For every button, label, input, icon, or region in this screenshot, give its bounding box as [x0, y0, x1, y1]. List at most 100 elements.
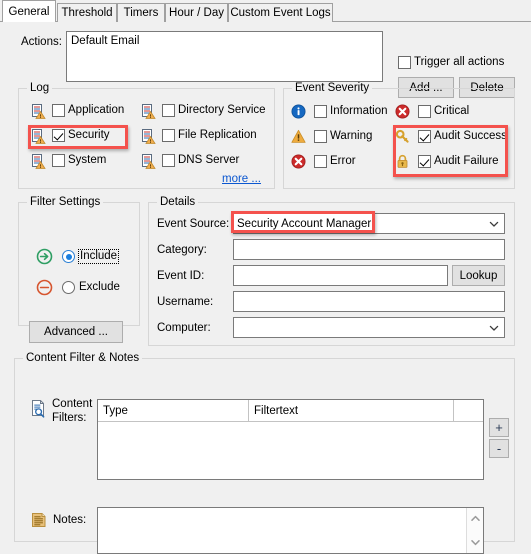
- notes-scrollbar[interactable]: [466, 508, 483, 553]
- actions-list-value: Default Email: [71, 35, 140, 47]
- warning-icon: [291, 129, 306, 144]
- log-more-link[interactable]: more ...: [222, 173, 261, 185]
- tab-custom-event-logs[interactable]: Custom Event Logs: [228, 3, 333, 22]
- notes-icon: [30, 511, 48, 529]
- log-group-caption: Log: [27, 82, 53, 94]
- advanced-button[interactable]: Advanced ...: [29, 321, 123, 343]
- trigger-all-actions-checkbox[interactable]: Trigger all actions: [398, 56, 504, 69]
- severity-critical-checkbox[interactable]: Critical: [418, 105, 469, 118]
- computer-combobox[interactable]: [233, 317, 505, 338]
- remove-content-filter-label: -: [496, 441, 502, 456]
- lock-icon: [395, 154, 410, 169]
- remove-content-filter-button[interactable]: -: [489, 439, 509, 458]
- username-input[interactable]: [233, 291, 505, 312]
- content-filter-search-icon: [29, 399, 48, 418]
- log-security-checkbox[interactable]: Security: [52, 129, 110, 142]
- tab-hour-day[interactable]: Hour / Day: [165, 3, 228, 22]
- filter-include-radio[interactable]: Include: [62, 249, 120, 264]
- content-filters-column-type[interactable]: Type: [98, 400, 248, 421]
- actions-list[interactable]: Default Email: [66, 31, 383, 82]
- log-file-replication-label: File Replication: [178, 129, 257, 141]
- general-tab-panel: Actions: Default Email Trigger all actio…: [0, 22, 531, 554]
- notes-textarea[interactable]: [97, 507, 484, 554]
- chevron-down-icon: [489, 219, 499, 228]
- lookup-button[interactable]: Lookup: [452, 265, 505, 286]
- severity-audit-success-checkbox[interactable]: Audit Success: [418, 130, 507, 143]
- log-dns-server-checkbox[interactable]: DNS Server: [162, 154, 239, 167]
- column-divider[interactable]: [453, 400, 454, 421]
- event-log-icon: [140, 103, 156, 119]
- filter-settings-caption: Filter Settings: [27, 196, 104, 208]
- severity-information-checkbox[interactable]: Information: [314, 105, 388, 118]
- log-directory-service-checkbox[interactable]: Directory Service: [162, 104, 266, 117]
- tab-timers[interactable]: Timers: [117, 3, 165, 22]
- severity-critical-box: [418, 105, 431, 118]
- filter-include-label: Include: [77, 249, 120, 264]
- tab-bar: General Threshold Timers Hour / Day Cust…: [0, 0, 531, 22]
- severity-information-label: Information: [330, 105, 388, 117]
- log-directory-service-box: [162, 104, 175, 117]
- log-application-checkbox[interactable]: Application: [52, 104, 124, 117]
- event-id-input[interactable]: [233, 265, 448, 286]
- scroll-up-icon[interactable]: [467, 510, 483, 527]
- severity-warning-label: Warning: [330, 130, 373, 142]
- log-application-box: [52, 104, 65, 117]
- log-security-box: [52, 129, 65, 142]
- advanced-button-label: Advanced ...: [44, 326, 108, 338]
- event-source-combobox[interactable]: Security Account Manager: [233, 213, 505, 234]
- severity-audit-success-box: [418, 130, 431, 143]
- chevron-down-icon: [489, 323, 499, 332]
- filter-include-circle: [62, 250, 75, 263]
- content-filter-notes-caption: Content Filter & Notes: [23, 352, 143, 364]
- tab-threshold[interactable]: Threshold: [57, 3, 117, 22]
- category-input[interactable]: [233, 239, 505, 260]
- include-arrow-icon: [36, 248, 53, 265]
- log-system-checkbox[interactable]: System: [52, 154, 106, 167]
- event-id-label: Event ID:: [157, 270, 205, 282]
- log-file-replication-checkbox[interactable]: File Replication: [162, 129, 257, 142]
- trigger-all-actions-label: Trigger all actions: [414, 56, 505, 68]
- event-log-icon: [30, 128, 46, 144]
- tab-threshold-label: Threshold: [61, 7, 113, 19]
- add-content-filter-button[interactable]: +: [489, 418, 509, 437]
- event-log-icon: [30, 153, 46, 169]
- key-icon: [395, 129, 410, 144]
- log-system-label: System: [68, 154, 107, 166]
- exclude-minus-icon: [36, 279, 53, 296]
- tab-general[interactable]: General: [2, 0, 56, 22]
- information-icon: [291, 104, 306, 119]
- severity-error-label: Error: [330, 155, 356, 167]
- lookup-button-label: Lookup: [459, 269, 498, 282]
- add-content-filter-label: +: [495, 420, 503, 435]
- scroll-down-icon[interactable]: [467, 534, 483, 551]
- severity-critical-label: Critical: [434, 105, 470, 117]
- severity-warning-box: [314, 130, 327, 143]
- content-filters-column-filtertext[interactable]: Filtertext: [249, 400, 453, 421]
- log-security-label: Security: [68, 129, 110, 141]
- event-severity-caption: Event Severity: [292, 82, 373, 94]
- tab-custom-event-logs-label: Custom Event Logs: [230, 7, 331, 19]
- severity-error-box: [314, 155, 327, 168]
- severity-audit-failure-label: Audit Failure: [434, 155, 499, 167]
- severity-warning-checkbox[interactable]: Warning: [314, 130, 372, 143]
- severity-audit-success-label: Audit Success: [434, 130, 507, 142]
- event-log-filter-dialog: General Threshold Timers Hour / Day Cust…: [0, 0, 531, 554]
- error-icon: [291, 154, 306, 169]
- filter-exclude-circle: [62, 281, 75, 294]
- actions-label: Actions:: [21, 36, 62, 48]
- content-filters-label-line1: Content: [52, 398, 93, 410]
- log-dns-server-label: DNS Server: [178, 154, 240, 166]
- event-log-icon: [30, 103, 46, 119]
- filter-exclude-label: Exclude: [79, 281, 120, 293]
- event-source-value: Security Account Manager: [237, 217, 372, 230]
- tab-timers-label: Timers: [123, 7, 159, 19]
- severity-audit-failure-checkbox[interactable]: Audit Failure: [418, 155, 499, 168]
- notes-label: Notes:: [53, 514, 87, 526]
- details-caption: Details: [157, 196, 199, 208]
- content-filters-grid[interactable]: Type Filtertext: [97, 399, 484, 480]
- filter-exclude-radio[interactable]: Exclude: [62, 281, 120, 294]
- computer-label: Computer:: [157, 322, 211, 334]
- content-filters-label-line2: Filters:: [52, 412, 87, 424]
- severity-error-checkbox[interactable]: Error: [314, 155, 356, 168]
- tab-general-label: General: [8, 5, 50, 18]
